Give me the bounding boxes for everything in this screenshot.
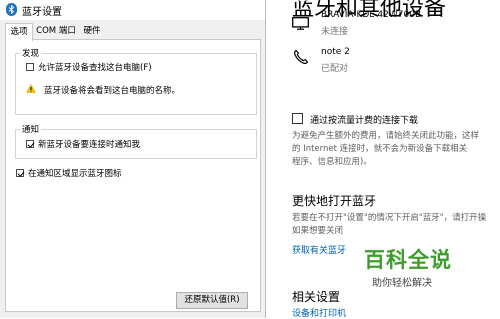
- notification-group-label: 通知: [20, 123, 42, 135]
- metered-desc-line: 为避免产生额外的费用，请始终关闭此功能，这样: [292, 131, 480, 141]
- new-device-alert-label: 新蓝牙设备要连接时通知我: [38, 140, 141, 150]
- monitor-icon: [292, 17, 309, 30]
- dialog-titlebar: 蓝牙设置: [0, 0, 265, 20]
- tab-com-ports[interactable]: COM 端口: [33, 24, 79, 39]
- phone-icon: [294, 49, 309, 64]
- bluetooth-settings-dialog: 蓝牙设置 选项 COM 端口 硬件 发现 允许蓝牙设备查找这台电脑(F) 蓝牙设…: [0, 0, 266, 318]
- devices-printers-link[interactable]: 设备和打印机: [292, 306, 346, 319]
- watermark-logo: 百科全说: [364, 248, 452, 272]
- faster-desc-line: 如果想要关闭: [292, 226, 344, 236]
- faster-desc-line: 若要在不打开"设置"的情况下开启"蓝牙"，请打开操: [292, 213, 487, 223]
- tab-hardware[interactable]: 硬件: [80, 24, 104, 39]
- device-name: BRAVIA KDL-42W700B: [321, 10, 422, 20]
- bluetooth-icon: [6, 3, 17, 16]
- watermark-tagline: 助你轻松解决: [372, 278, 432, 289]
- restore-defaults-button[interactable]: 还原默认值(R): [176, 292, 248, 309]
- allow-discovery-checkbox[interactable]: [26, 63, 34, 71]
- discovery-warning-text: 蓝牙设备将会看到这台电脑的名称。: [44, 86, 181, 96]
- show-tray-icon-label: 在通知区域显示蓝牙图标: [28, 169, 122, 179]
- device-status: 未连接: [321, 27, 349, 37]
- tab-options[interactable]: 选项: [5, 23, 33, 41]
- metered-download-checkbox[interactable]: [292, 113, 303, 124]
- device-status: 已配对: [321, 64, 349, 74]
- new-device-alert-checkbox[interactable]: [26, 140, 34, 148]
- options-panel: 发现 允许蓝牙设备查找这台电脑(F) 蓝牙设备将会看到这台电脑的名称。 通知 新…: [5, 39, 261, 312]
- metered-download-label: 通过按流量计费的连接下载: [310, 116, 419, 126]
- metered-desc-line: 的 Internet 连接时，就不会为新设备下载相关: [292, 144, 468, 154]
- related-settings-heading: 相关设置: [292, 290, 341, 304]
- allow-discovery-label: 允许蓝牙设备查找这台电脑(F): [38, 63, 152, 73]
- device-name: note 2: [321, 47, 350, 57]
- faster-bluetooth-heading: 更快地打开蓝牙: [292, 194, 377, 208]
- learn-bluetooth-link[interactable]: 获取有关蓝牙: [292, 243, 346, 256]
- show-tray-icon-checkbox[interactable]: [16, 169, 24, 177]
- discovery-group-label: 发现: [20, 47, 42, 59]
- dialog-title: 蓝牙设置: [22, 7, 62, 18]
- warning-icon: [26, 84, 36, 93]
- metered-desc-line: 程序、信息和应用)。: [292, 157, 372, 167]
